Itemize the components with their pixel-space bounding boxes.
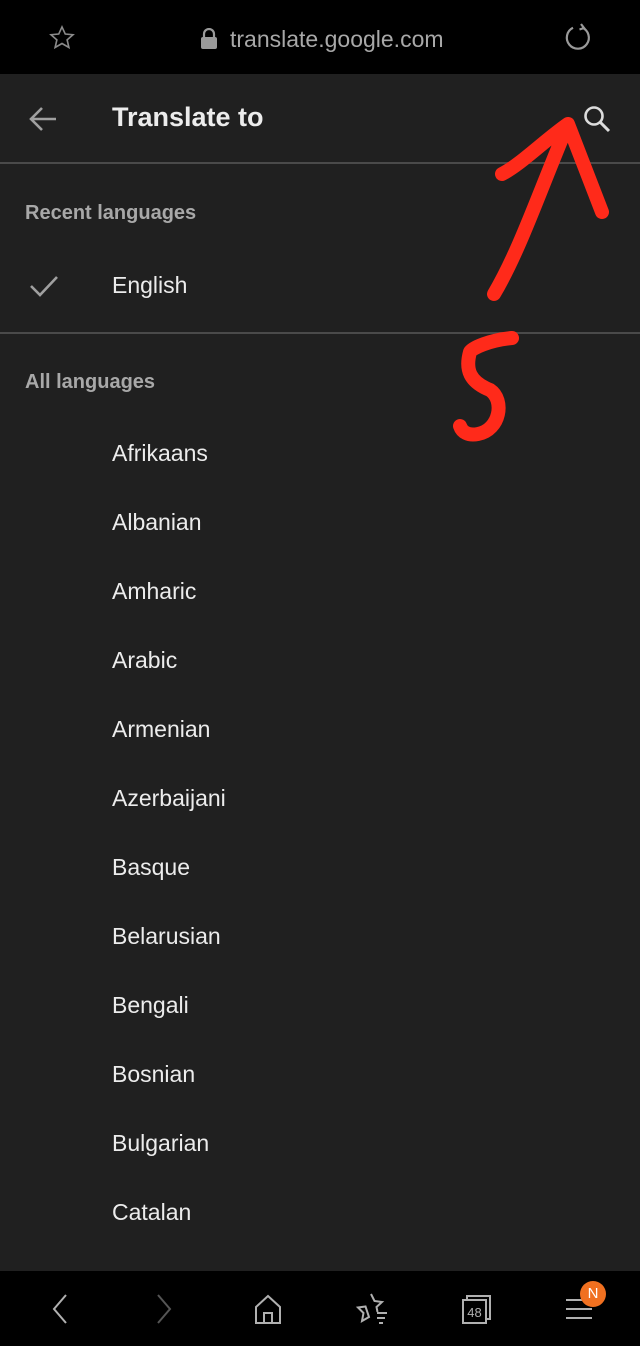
language-item[interactable]: Afrikaans [0,420,640,489]
app-bar: Translate to [0,74,640,164]
language-label: Belarusian [112,923,221,949]
section-divider [0,332,640,334]
language-label: Arabic [112,647,178,673]
reload-icon[interactable] [562,22,594,54]
language-item[interactable]: Bulgarian [0,1110,640,1179]
url-field[interactable]: translate.google.com [200,22,444,56]
recent-languages-label: Recent languages [25,202,197,224]
language-label: Amharic [112,578,197,604]
bookmark-star-icon[interactable] [48,24,76,52]
language-item[interactable]: Arabic [0,627,640,696]
checkmark-icon [30,276,58,297]
browser-bottom-bar: 48 [0,1271,640,1346]
language-label: English [112,272,188,298]
language-label: Afrikaans [112,440,208,466]
bookmarks-icon[interactable] [355,1291,391,1327]
all-languages-label: All languages [25,371,156,393]
tabs-icon[interactable]: 48 [458,1291,494,1327]
language-label: Albanian [112,509,202,535]
search-icon[interactable] [582,104,612,134]
lock-icon [201,28,217,49]
language-item[interactable]: Basque [0,834,640,903]
language-item[interactable]: Catalan [0,1179,640,1248]
language-label: Bosnian [112,1061,196,1087]
language-item[interactable]: Amharic [0,558,640,627]
language-item[interactable]: Albanian [0,489,640,558]
language-label: Bengali [112,992,189,1018]
language-item[interactable]: Bosnian [0,1041,640,1110]
page-title: Translate to [112,102,264,132]
language-item[interactable]: Azerbaijani [0,765,640,834]
language-item[interactable]: Bengali [0,972,640,1041]
url-text: translate.google.com [230,25,444,52]
tabs-count: 48 [467,1305,481,1320]
language-label: Armenian [112,716,211,742]
language-label: Bulgarian [112,1130,210,1156]
nav-forward-icon[interactable] [146,1291,182,1327]
home-icon[interactable] [250,1291,286,1327]
language-item-english[interactable]: English [0,250,640,320]
back-arrow-icon[interactable] [28,105,58,133]
language-item[interactable]: Armenian [0,696,640,765]
nav-back-icon[interactable] [42,1291,78,1327]
notification-badge: N [580,1281,606,1307]
language-item[interactable]: Belarusian [0,903,640,972]
browser-url-bar: translate.google.com [0,0,640,74]
language-label: Azerbaijani [112,785,226,811]
language-label: Basque [112,854,191,880]
language-label: Catalan [112,1199,192,1225]
language-list: Afrikaans Albanian Amharic Arabic Armeni… [0,420,640,1248]
